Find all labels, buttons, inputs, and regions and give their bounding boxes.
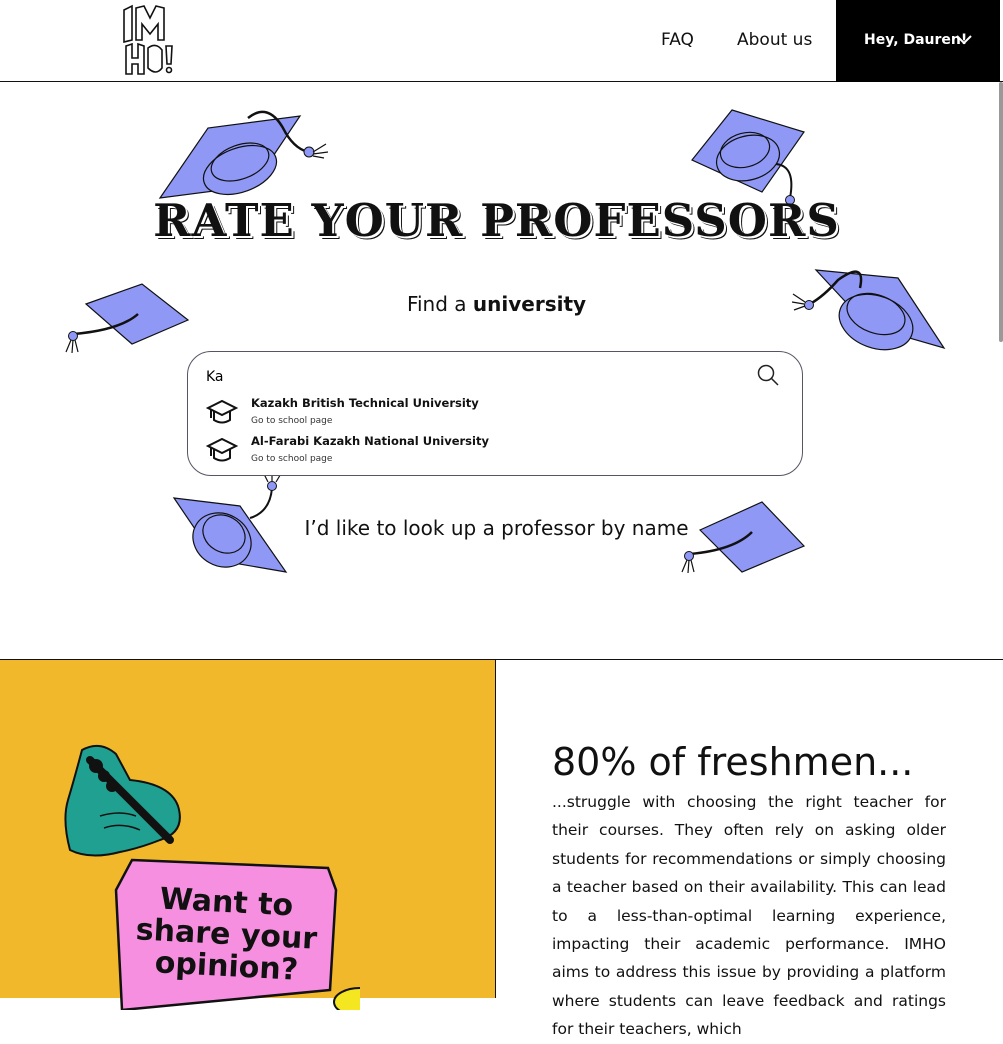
imho-logo[interactable] (120, 2, 174, 76)
graduation-cap-icon (158, 110, 329, 199)
site-header: FAQ About us Hey, Dauren! (0, 0, 1003, 82)
share-opinion-illustration[interactable]: Want to share your opinion? (60, 740, 360, 1010)
university-search: Kazakh British Technical University Go t… (187, 351, 803, 476)
find-university-label: Find a university (0, 292, 993, 316)
find-emphasis: university (472, 292, 587, 316)
chevron-down-icon (956, 35, 972, 45)
suggestion-item[interactable]: Al-Farabi Kazakh National University Go … (206, 434, 566, 470)
search-icon[interactable] (757, 364, 779, 386)
suggestion-name: Kazakh British Technical University (251, 396, 479, 410)
suggestion-action: Go to school page (251, 454, 333, 464)
nav-faq-link[interactable]: FAQ (661, 30, 694, 50)
graduation-cap-icon (691, 109, 805, 205)
professor-search-link[interactable]: I’d like to look up a professor by name (0, 516, 993, 540)
search-input[interactable] (206, 366, 726, 388)
user-greeting: Hey, Dauren! (864, 32, 968, 48)
user-menu-button[interactable]: Hey, Dauren! (836, 0, 1000, 82)
suggestion-action: Go to school page (251, 416, 333, 426)
promo-panel: Want to share your opinion? (0, 660, 496, 1010)
find-prefix: Find a (406, 292, 473, 316)
suggestion-item[interactable]: Kazakh British Technical University Go t… (206, 396, 566, 432)
stat-body: ...struggle with choosing the right teac… (552, 793, 946, 1039)
info-section: Want to share your opinion? 80% of fresh… (0, 659, 1003, 1038)
card-line: opinion? (154, 945, 299, 987)
graduation-cap-icon (206, 437, 238, 462)
scrollbar-thumb[interactable] (999, 82, 1003, 342)
page-title: RATE YOUR PROFESSORS (153, 194, 840, 247)
graduation-cap-icon (206, 399, 238, 424)
stat-title: 80% of freshmen... (552, 740, 914, 784)
suggestion-name: Al-Farabi Kazakh National University (251, 434, 489, 448)
nav-about-link[interactable]: About us (737, 30, 812, 50)
